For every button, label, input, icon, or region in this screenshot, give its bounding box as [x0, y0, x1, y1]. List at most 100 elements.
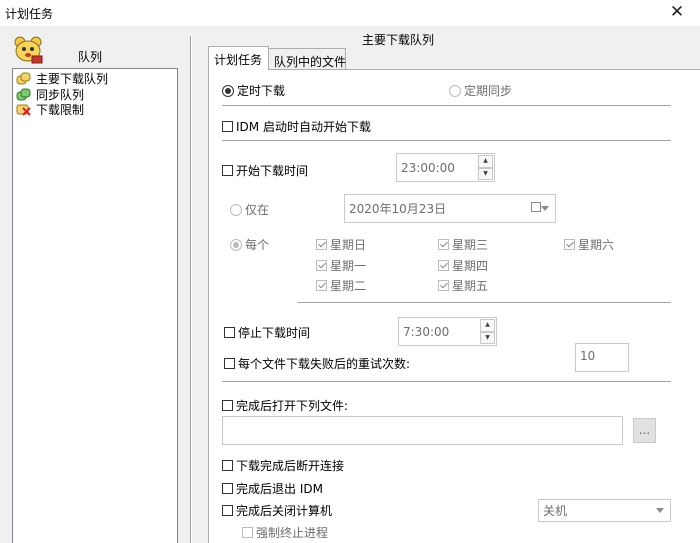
day-thursday-checkbox[interactable]: 星期四 [438, 257, 488, 274]
checkbox-box [316, 260, 327, 271]
exit-idm-checkbox[interactable]: 完成后退出 IDM [222, 480, 323, 497]
tab-schedule[interactable]: 计划任务 [208, 46, 269, 70]
daily-label: 每个 [245, 238, 270, 252]
periodic-sync-label: 定期同步 [464, 84, 513, 98]
queue-tree: 主要下载队列 同步队列 下载限制 [12, 68, 178, 543]
day-label: 星期六 [578, 238, 615, 252]
spin-down-icon[interactable]: ▼ [478, 167, 493, 180]
start-time-value: 23:00:00 [401, 160, 455, 175]
panel-splitter[interactable] [190, 36, 191, 543]
one-time-download-label: 定时下载 [237, 84, 286, 98]
checkbox-box [564, 239, 575, 250]
checkbox-box [222, 165, 233, 176]
once-radio[interactable]: 仅在 [230, 201, 269, 218]
force-kill-label: 强制终止进程 [256, 526, 329, 540]
day-label: 星期日 [330, 238, 367, 252]
day-label: 星期二 [330, 279, 367, 293]
tree-item-download-limits[interactable]: 下载限制 [16, 101, 84, 117]
divider [222, 381, 671, 382]
stop-time-spinner[interactable]: ▲ ▼ [480, 319, 495, 344]
tree-item-main-queue[interactable]: 主要下载队列 [16, 69, 109, 87]
spin-down-icon[interactable]: ▼ [480, 331, 495, 344]
idm-startup-label: IDM 启动时自动开始下载 [236, 120, 371, 134]
disconnect-label: 下载完成后断开连接 [236, 459, 345, 473]
divider [222, 140, 671, 141]
date-picker[interactable]: 2020年10月23日 [344, 194, 556, 223]
divider [222, 105, 671, 106]
checkbox-box [438, 239, 449, 250]
radio-dot [449, 84, 461, 97]
divider [298, 302, 671, 303]
schedule-tab-page: 定时下载 定期同步 IDM 启动时自动开始下载 开始下载时间 23:00:00 … [208, 69, 700, 543]
radio-dot [230, 203, 242, 216]
limit-icon [16, 102, 32, 116]
title-bar: 计划任务 ✕ [0, 0, 700, 26]
browse-button[interactable]: ... [633, 418, 656, 443]
spin-up-icon[interactable]: ▲ [480, 319, 495, 332]
idm-startup-checkbox[interactable]: IDM 启动时自动开始下载 [222, 118, 371, 135]
start-time-spinner[interactable]: ▲ ▼ [478, 155, 493, 180]
queue-icon [16, 71, 32, 85]
day-label: 星期五 [452, 279, 489, 293]
start-time-input[interactable]: 23:00:00 ▲ ▼ [396, 153, 495, 182]
chevron-down-icon[interactable] [541, 206, 549, 211]
checkbox-box [438, 260, 449, 271]
once-label: 仅在 [245, 203, 270, 217]
shutdown-mode-value: 关机 [543, 504, 568, 518]
day-saturday-checkbox[interactable]: 星期六 [564, 236, 614, 253]
open-file-checkbox[interactable]: 完成后打开下列文件: [222, 397, 348, 414]
retry-count-value: 10 [580, 349, 596, 363]
window-title: 计划任务 [5, 7, 54, 21]
app-logo-icon [12, 32, 44, 64]
retry-count-input[interactable]: 10 [575, 343, 629, 372]
day-label: 星期四 [452, 259, 489, 273]
checkbox-box [242, 527, 253, 538]
stop-time-checkbox[interactable]: 停止下载时间 [224, 324, 310, 341]
tree-item-label: 下载限制 [36, 102, 85, 117]
stop-time-label: 停止下载时间 [238, 326, 311, 340]
start-time-checkbox[interactable]: 开始下载时间 [222, 162, 308, 179]
daily-radio[interactable]: 每个 [230, 236, 269, 253]
queue-name-heading: 主要下载队列 [362, 33, 435, 47]
shutdown-label: 完成后关闭计算机 [236, 504, 333, 518]
day-sunday-checkbox[interactable]: 星期日 [316, 236, 366, 253]
checkbox-box [316, 239, 327, 250]
queues-heading: 队列 [78, 50, 103, 64]
close-icon[interactable]: ✕ [654, 0, 700, 26]
spin-up-icon[interactable]: ▲ [478, 155, 493, 168]
day-wednesday-checkbox[interactable]: 星期三 [438, 236, 488, 253]
day-label: 星期三 [452, 238, 489, 252]
checkbox-box [222, 483, 233, 494]
checkbox-box [224, 327, 235, 338]
stop-time-value: 7:30:00 [403, 324, 450, 339]
chevron-down-icon[interactable] [656, 508, 664, 513]
checkbox-box [224, 358, 235, 369]
day-label: 星期一 [330, 259, 367, 273]
shutdown-mode-select[interactable]: 关机 [538, 499, 671, 522]
day-friday-checkbox[interactable]: 星期五 [438, 277, 488, 294]
calendar-icon[interactable] [531, 202, 541, 212]
date-value: 2020年10月23日 [349, 202, 447, 216]
start-time-label: 开始下载时间 [236, 164, 309, 178]
periodic-sync-radio[interactable]: 定期同步 [449, 82, 512, 99]
open-file-label: 完成后打开下列文件: [236, 399, 349, 413]
retry-checkbox[interactable]: 每个文件下载失败后的重试次数: [224, 355, 410, 372]
shutdown-checkbox[interactable]: 完成后关闭计算机 [222, 502, 332, 519]
day-monday-checkbox[interactable]: 星期一 [316, 257, 366, 274]
day-tuesday-checkbox[interactable]: 星期二 [316, 277, 366, 294]
checkbox-box [438, 280, 449, 291]
checkbox-box [222, 121, 233, 132]
disconnect-checkbox[interactable]: 下载完成后断开连接 [222, 457, 344, 474]
checkbox-box [222, 400, 233, 411]
radio-dot [230, 238, 242, 251]
radio-dot [222, 84, 234, 97]
retry-label: 每个文件下载失败后的重试次数: [238, 357, 411, 371]
checkbox-box [222, 460, 233, 471]
open-file-path-input[interactable] [222, 416, 623, 445]
stop-time-input[interactable]: 7:30:00 ▲ ▼ [398, 317, 497, 346]
one-time-download-radio[interactable]: 定时下载 [222, 82, 285, 99]
checkbox-box [316, 280, 327, 291]
exit-idm-label: 完成后退出 IDM [236, 482, 323, 496]
tab-files-in-queue[interactable]: 队列中的文件 [268, 48, 346, 69]
force-kill-checkbox[interactable]: 强制终止进程 [242, 524, 328, 541]
